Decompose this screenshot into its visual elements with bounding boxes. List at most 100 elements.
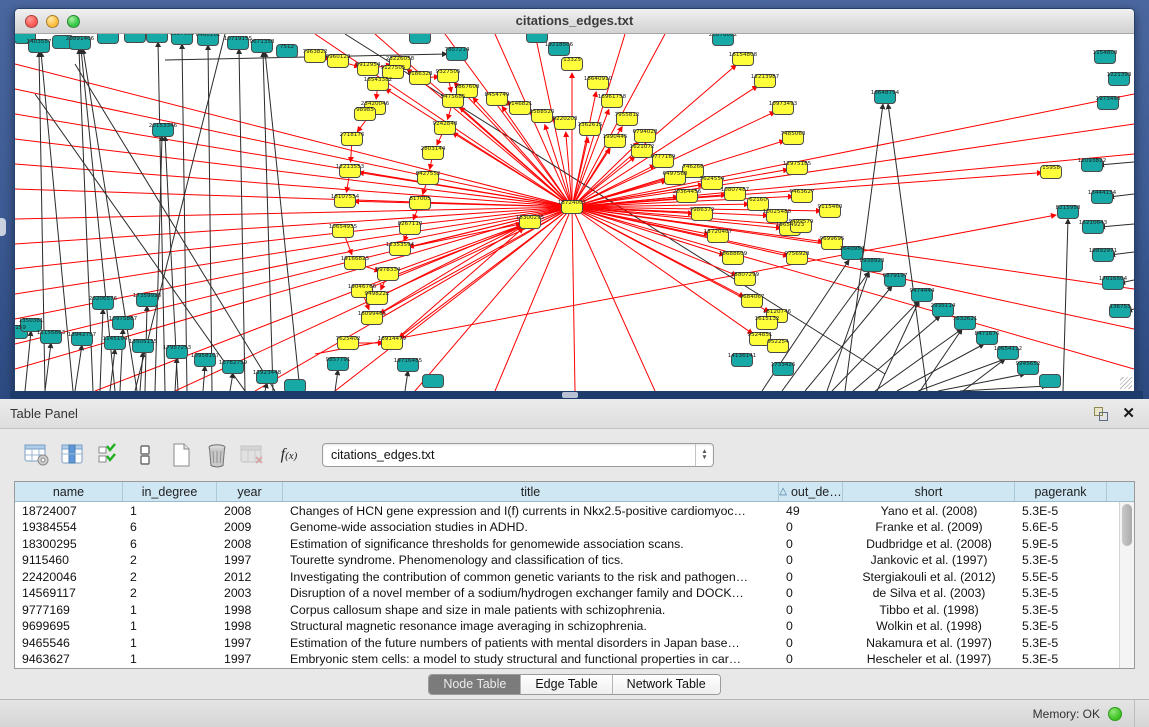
delete-trash-icon[interactable] [200,438,234,472]
table-row[interactable]: 1938455462009Genome-wide association stu… [15,519,1134,536]
svg-text:10958107: 10958107 [191,353,220,359]
column-header-title[interactable]: title [283,482,779,501]
cell-pagerank: 5.3E-5 [1015,552,1107,569]
cell-year: 2012 [217,568,283,585]
svg-text:9498222: 9498222 [365,291,390,297]
cell-year: 2009 [217,519,283,536]
table-row[interactable]: 2242004622012Investigating the contribut… [15,568,1134,585]
network-canvas[interactable]: 1403557208914061065328715270026466162107… [15,34,1134,391]
svg-text:12213987: 12213987 [751,74,780,80]
svg-text:20153346: 20153346 [149,123,178,129]
column-header-name[interactable]: name [15,482,123,501]
svg-text:17957253: 17957253 [163,345,192,351]
table-mode-gear-icon[interactable] [20,438,54,472]
svg-text:18640910: 18640910 [584,76,613,82]
cell-title: Investigating the contribution of common… [283,568,779,585]
column-checklist-icon[interactable] [92,438,126,472]
cell-in_degree: 6 [123,519,217,536]
svg-text:7986372: 7986372 [690,207,715,213]
column-header-pagerank[interactable]: pagerank [1015,482,1107,501]
table-row[interactable]: 911546021997Tourette syndrome. Phenomeno… [15,552,1134,569]
table-row[interactable]: 946362711997Embryonic stem cells: a mode… [15,651,1134,668]
table-scrollbar[interactable] [1119,502,1134,668]
table-scrollbar-thumb[interactable] [1122,504,1132,546]
node-table: namein_degreeyeartitle△out_de…shortpager… [14,481,1135,669]
close-panel-icon[interactable]: ✕ [1122,407,1135,421]
network-view-window: citations_edges.txt 14035572089140610653… [14,8,1135,392]
svg-text:16648794: 16648794 [871,90,900,96]
table-selector-dropdown[interactable]: citations_edges.txt ▲▼ [322,443,714,467]
svg-text:2718176: 2718176 [340,132,365,138]
svg-text:9699695: 9699695 [820,236,845,242]
cell-title: Estimation of the future numbers of pati… [283,634,779,651]
table-panel-header: Table Panel ✕ [0,399,1149,429]
cell-pagerank: 5.9E-5 [1015,535,1107,552]
cell-name: 19384554 [15,519,123,536]
window-resize-grip[interactable] [1120,377,1132,389]
svg-text:6794028: 6794028 [633,129,658,135]
table-row[interactable]: 969969511998Structural magnetic resonanc… [15,618,1134,635]
svg-text:8912954: 8912954 [356,62,381,68]
svg-text:2867608: 2867608 [455,84,480,90]
new-column-file-icon[interactable] [164,438,198,472]
cell-pagerank: 5.5E-5 [1015,568,1107,585]
show-columns-icon[interactable] [56,438,90,472]
svg-text:1733426: 1733426 [771,362,796,368]
table-row[interactable]: 1456911722003Disruption of a novel membe… [15,585,1134,602]
svg-text:20876682: 20876682 [709,34,737,38]
cell-title: Embryonic stem cells: a model to study s… [283,651,779,668]
column-header-year[interactable]: year [217,482,283,501]
svg-text:1588520: 1588520 [530,109,555,115]
svg-text:14136141: 14136141 [728,353,757,359]
tab-network-table[interactable]: Network Table [613,675,720,694]
svg-text:19046766: 19046766 [348,284,377,290]
cell-year: 1997 [217,634,283,651]
cell-name: 14569117 [15,585,123,602]
svg-text:1990445: 1990445 [603,134,628,140]
column-header-out_de[interactable]: △out_de… [779,482,843,501]
cell-in_degree: 1 [123,502,217,519]
table-row[interactable]: 946554611997Estimation of the future num… [15,634,1134,651]
svg-text:12093822: 12093822 [1078,158,1106,164]
svg-text:9857791: 9857791 [326,357,351,363]
svg-text:1350361: 1350361 [19,318,44,324]
svg-text:1621072: 1621072 [630,144,655,150]
west-panel-collapse-handle[interactable] [0,218,6,236]
table-row[interactable]: 977716911998Corpus callosum shape and si… [15,601,1134,618]
citation-network-graph[interactable]: 1403557208914061065328715270026466162107… [15,34,1134,391]
svg-text:10654935: 10654935 [329,224,358,230]
split-pane-handle[interactable] [562,392,578,398]
svg-text:8220203: 8220203 [553,116,578,122]
window-titlebar[interactable]: citations_edges.txt [15,9,1134,34]
svg-text:10807487: 10807487 [721,187,750,193]
function-builder-icon[interactable]: f(x) [272,438,306,472]
cell-out_de: 0 [779,618,843,635]
stacked-squares-icon[interactable] [128,438,162,472]
cell-in_degree: 1 [123,634,217,651]
svg-text:16543382: 16543382 [364,77,392,83]
network-desktop: citations_edges.txt 14035572089140610653… [0,0,1149,399]
svg-text:17359928: 17359928 [133,293,162,299]
cell-short: Hescheler et al. (1997) [843,651,1015,668]
tab-node-table[interactable]: Node Table [429,675,521,694]
dropdown-stepper-icon[interactable]: ▲▼ [695,444,713,466]
column-header-in_degree[interactable]: in_degree [123,482,217,501]
svg-text:952254: 952254 [767,339,789,345]
memory-ok-indicator [1108,707,1122,721]
svg-text:1154808: 1154808 [1093,50,1118,56]
cell-name: 9465546 [15,634,123,651]
column-header-short[interactable]: short [843,482,1015,501]
cell-pagerank: 5.3E-5 [1015,634,1107,651]
tab-edge-table[interactable]: Edge Table [521,675,612,694]
svg-text:8938923: 8938923 [860,258,885,264]
svg-text:15958: 15958 [1042,165,1060,171]
svg-text:16914479: 16914479 [378,336,407,342]
table-row[interactable]: 1872400712008Changes of HCN gene express… [15,502,1134,519]
svg-text:9463627: 9463627 [790,189,815,195]
cell-title: Changes of HCN gene expression and I(f) … [283,502,779,519]
cell-year: 1998 [217,601,283,618]
table-row[interactable]: 1830029562008Estimation of significance … [15,535,1134,552]
float-panel-icon[interactable] [1094,407,1108,421]
svg-text:1145194: 1145194 [103,336,128,342]
window-title: citations_edges.txt [15,13,1134,28]
